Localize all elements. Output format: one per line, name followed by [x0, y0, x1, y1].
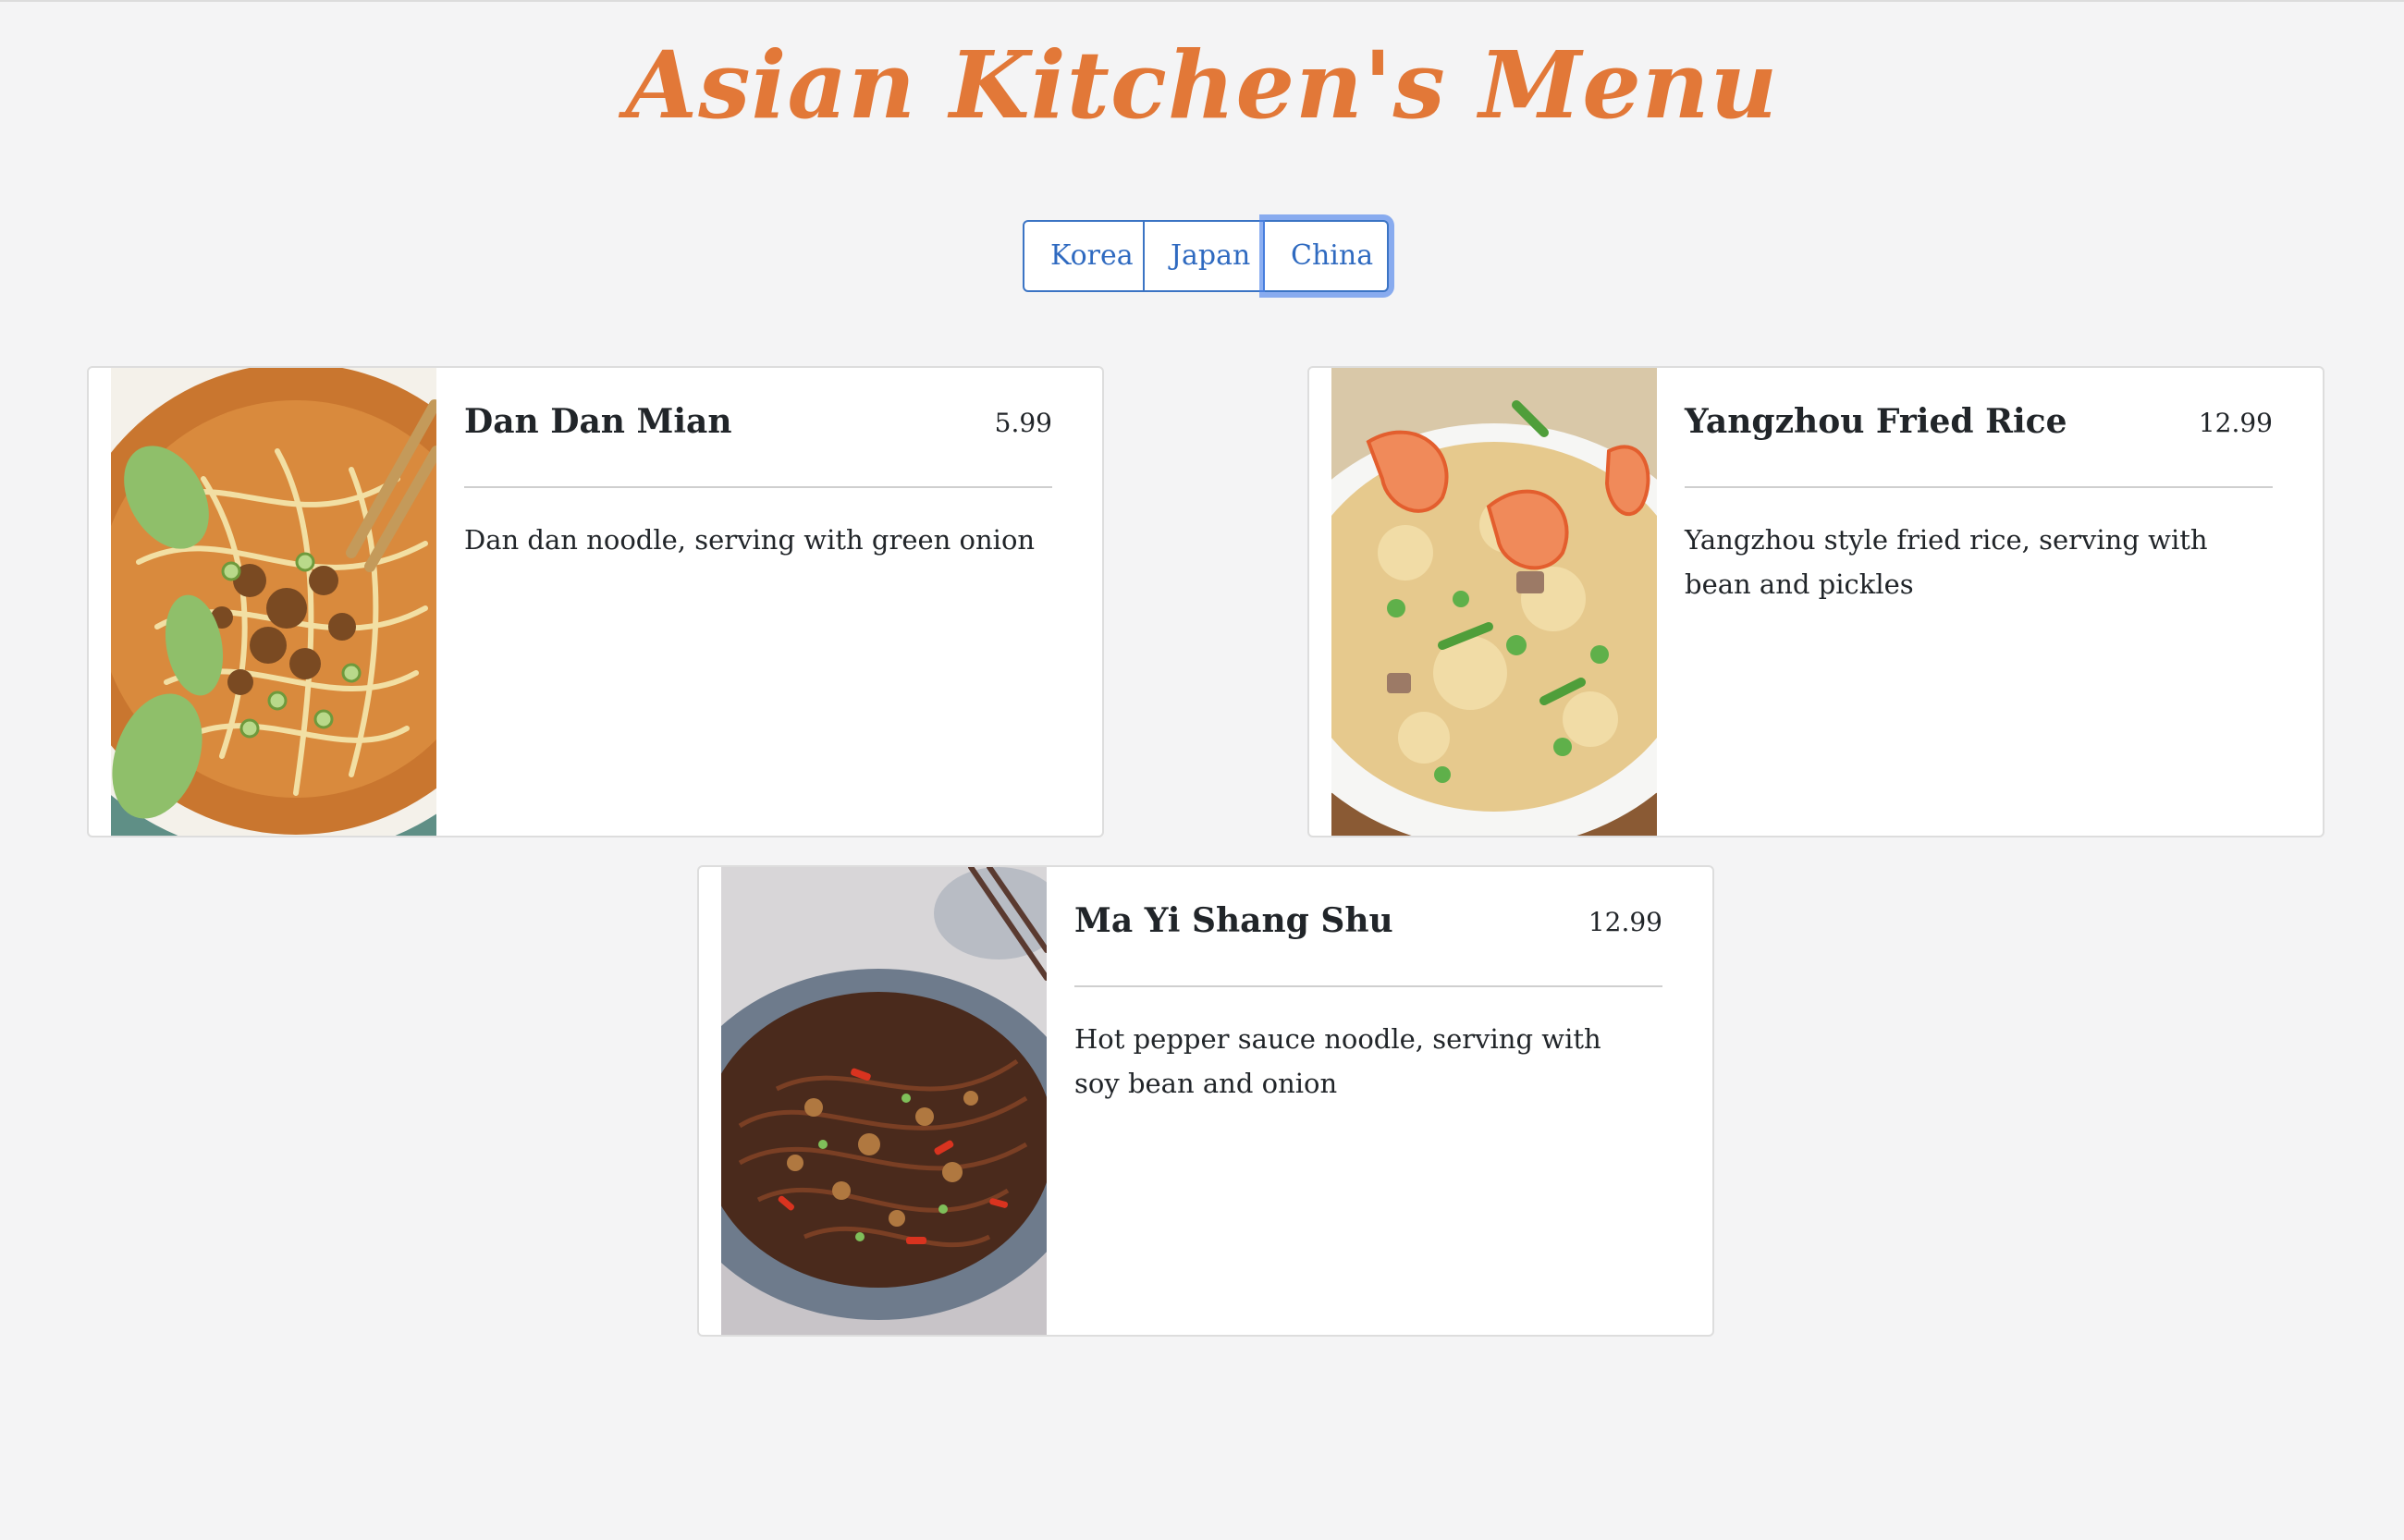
- divider: [1685, 486, 2273, 488]
- divider: [464, 486, 1052, 488]
- divider: [1074, 985, 1662, 987]
- dish-name: Yangzhou Fried Rice: [1685, 402, 2067, 441]
- dish-description: Hot pepper sauce noodle, serving with so…: [1074, 1023, 1601, 1099]
- dish-name: Dan Dan Mian: [464, 402, 732, 441]
- filter-japan-button[interactable]: Japan: [1145, 220, 1265, 292]
- menu-item-card: Ma Yi Shang Shu 12.99 Hot pepper sauce n…: [697, 865, 1714, 1337]
- menu-item-card: Yangzhou Fried Rice 12.99 Yangzhou style…: [1307, 366, 2324, 837]
- menu-page: Asian Kitchen's Menu Korea Japan China D…: [0, 0, 2404, 1540]
- dish-name: Ma Yi Shang Shu: [1074, 901, 1393, 940]
- filter-china-button[interactable]: China: [1265, 220, 1389, 292]
- yangzhou-fried-rice-photo: [1331, 368, 1657, 836]
- dish-description: Dan dan noodle, serving with green onion: [464, 524, 1036, 556]
- dish-description: Yangzhou style fried rice, serving with …: [1685, 524, 2208, 600]
- noodle-bowl-image: [111, 368, 436, 836]
- fried-rice-image: [1331, 368, 1657, 836]
- menu-item-info: Yangzhou Fried Rice 12.99 Yangzhou style…: [1685, 368, 2273, 836]
- glass-noodle-image: [721, 867, 1047, 1335]
- country-filter-group: Korea Japan China: [1023, 220, 1389, 292]
- filter-korea-button[interactable]: Korea: [1023, 220, 1145, 292]
- dish-price: 12.99: [2198, 408, 2273, 438]
- ma-yi-shang-shu-photo: [721, 867, 1047, 1335]
- menu-item-card: Dan Dan Mian 5.99 Dan dan noodle, servin…: [87, 366, 1104, 837]
- dan-dan-mian-photo: [111, 368, 436, 836]
- page-title: Asian Kitchen's Menu: [625, 31, 1779, 140]
- menu-item-info: Dan Dan Mian 5.99 Dan dan noodle, servin…: [464, 368, 1052, 836]
- menu-item-info: Ma Yi Shang Shu 12.99 Hot pepper sauce n…: [1074, 867, 1662, 1335]
- dish-price: 12.99: [1588, 907, 1662, 937]
- dish-price: 5.99: [994, 408, 1052, 438]
